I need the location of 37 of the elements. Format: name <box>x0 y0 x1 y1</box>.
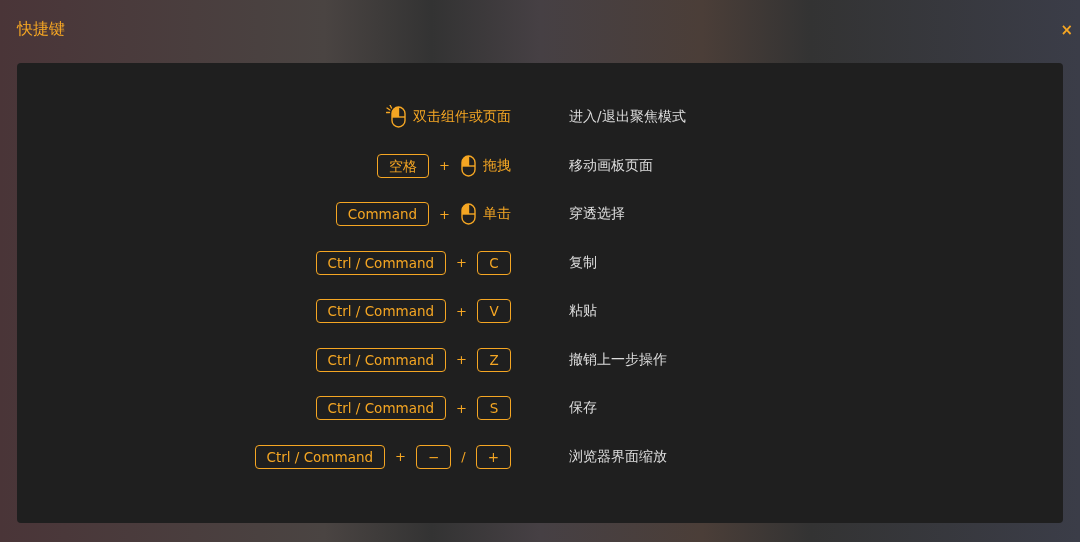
plus-sign: + <box>395 449 406 465</box>
slash-sign: / <box>461 449 466 465</box>
plus-sign: + <box>456 255 467 271</box>
key-cap: Ctrl / Command <box>315 299 447 324</box>
mouse-double-click-icon <box>386 105 407 130</box>
key-cap: Command <box>335 202 430 227</box>
mouse-action-label: 双击组件或页面 <box>413 108 511 127</box>
key-cap: C <box>477 250 511 275</box>
key-cap: S <box>477 396 511 421</box>
mouse-click-icon <box>460 153 477 178</box>
dialog-title: 快捷键 <box>17 19 65 40</box>
close-button[interactable]: × <box>1060 20 1073 39</box>
shortcut-description: 撤销上一步操作 <box>569 350 668 369</box>
key-cap: Ctrl / Command <box>315 396 447 421</box>
key-cap: − <box>416 444 452 469</box>
shortcut-description: 浏览器界面缩放 <box>569 447 668 466</box>
key-cap: V <box>477 299 511 324</box>
key-cap: 空格 <box>377 153 430 178</box>
mouse-action-label: 拖拽 <box>483 156 511 175</box>
shortcut-description: 粘贴 <box>569 302 598 321</box>
plus-sign: + <box>439 206 450 222</box>
key-cap: Ctrl / Command <box>254 444 386 469</box>
shortcut-description: 保存 <box>569 399 598 418</box>
key-cap: Ctrl / Command <box>315 347 447 372</box>
shortcut-description: 穿透选择 <box>569 205 626 224</box>
key-cap: + <box>475 444 511 469</box>
plus-sign: + <box>456 352 467 368</box>
shortcut-description: 移动画板页面 <box>569 156 654 175</box>
plus-sign: + <box>456 400 467 416</box>
mouse-click-icon <box>460 202 477 227</box>
plus-sign: + <box>439 158 450 174</box>
key-cap: Ctrl / Command <box>315 250 447 275</box>
shortcut-description: 进入/退出聚焦模式 <box>569 108 687 127</box>
mouse-action-label: 单击 <box>483 205 511 224</box>
shortcut-description: 复制 <box>569 253 598 272</box>
key-cap: Z <box>477 347 511 372</box>
plus-sign: + <box>456 303 467 319</box>
